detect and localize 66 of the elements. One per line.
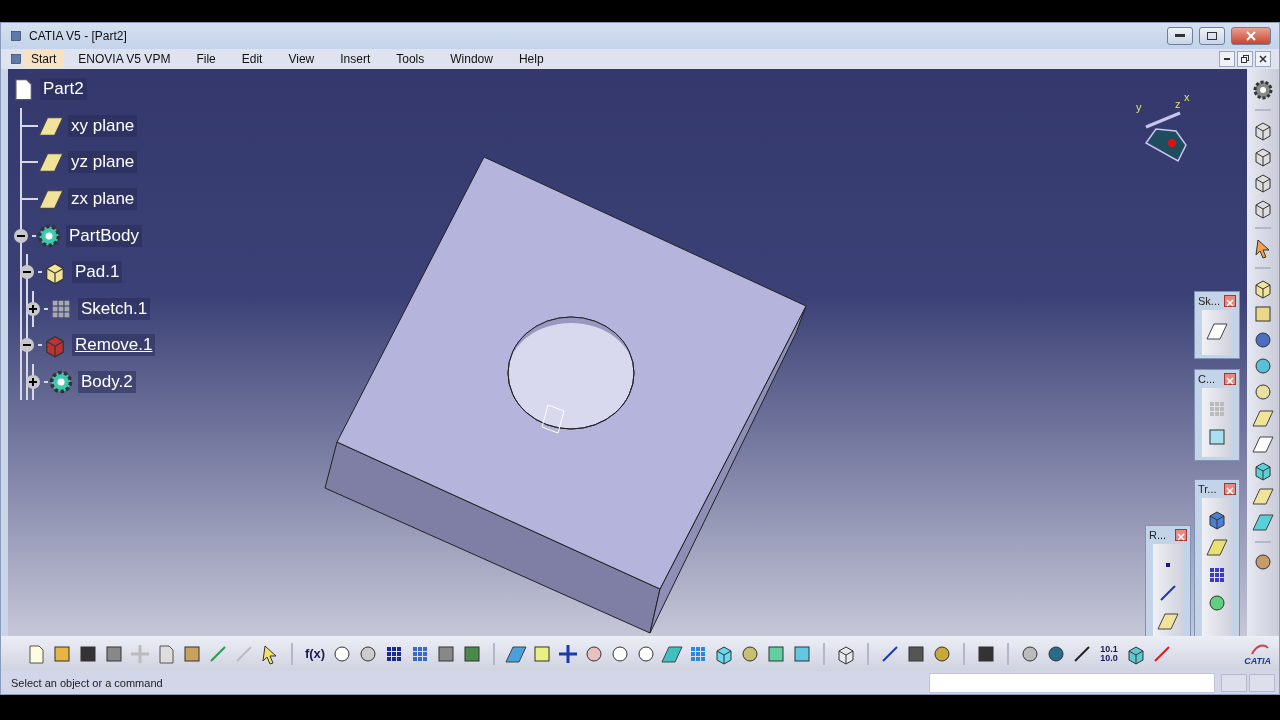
menu-item[interactable]: File — [188, 50, 224, 68]
close-button[interactable] — [1224, 373, 1236, 385]
close-button[interactable] — [1255, 51, 1271, 67]
toolbar-title: C... — [1198, 373, 1216, 385]
plus-icon — [28, 303, 38, 314]
close-icon — [1259, 55, 1267, 63]
minimize-button[interactable] — [1167, 27, 1193, 45]
plane-icon[interactable] — [1157, 610, 1179, 632]
block-with-hole-drawing[interactable] — [324, 156, 807, 634]
menu-item[interactable]: Insert — [332, 50, 379, 68]
maximize-button[interactable] — [1199, 27, 1225, 45]
collapse-toggle[interactable] — [20, 338, 34, 353]
collapse-toggle[interactable] — [20, 265, 34, 280]
pan-icon[interactable] — [557, 642, 579, 665]
menu-item[interactable]: View — [280, 50, 323, 68]
tree-node-label[interactable]: Body.2 — [78, 371, 136, 394]
tree-node-label[interactable]: yz plane — [68, 151, 138, 174]
close-icon — [1225, 486, 1235, 496]
close-button[interactable] — [1224, 483, 1236, 495]
ds-logo-icon — [1249, 641, 1271, 656]
close-button[interactable] — [1224, 295, 1236, 307]
expand-toggle[interactable] — [26, 375, 40, 390]
toolbar-title: Tr... — [1198, 483, 1217, 495]
close-button[interactable] — [1175, 529, 1187, 541]
close-button[interactable] — [1231, 27, 1271, 45]
collapse-toggle[interactable] — [14, 228, 28, 243]
status-message: Select an object or a command — [11, 676, 163, 689]
toolbar-title: R... — [1149, 529, 1167, 541]
units-button[interactable]: 10.1 10.0 — [1097, 640, 1121, 667]
minimize-icon — [1175, 34, 1185, 38]
plus-icon — [28, 377, 38, 388]
close-icon — [1246, 31, 1256, 41]
minimize-button[interactable] — [1219, 51, 1235, 67]
close-icon — [1176, 532, 1186, 542]
window-title: CATIA V5 - [Part2] — [29, 29, 127, 43]
maximize-icon — [1207, 32, 1217, 40]
menu-item[interactable]: Tools — [388, 50, 433, 68]
logo-text: CATIA — [1244, 655, 1271, 666]
tree-node-label[interactable]: xy plane — [68, 114, 138, 137]
3d-viewport[interactable]: Part2 xy plane yz plane zx plane PartBody Pad.1 Sketch.1 Remove.1 Body.2 y z x Sk... C... Tr... R... — [8, 69, 1247, 636]
close-icon — [1225, 376, 1235, 386]
command-input-field[interactable] — [929, 672, 1215, 693]
window-toggle-button[interactable] — [1221, 673, 1247, 692]
toolbar-title: Sk... — [1198, 295, 1220, 307]
menu-item[interactable]: ENOVIA V5 VPM — [70, 50, 179, 68]
gear-body-icon — [36, 222, 62, 249]
menu-item[interactable]: Edit — [233, 50, 271, 68]
settings-icon[interactable] — [1252, 79, 1274, 101]
tree-node-label[interactable]: Part2 — [40, 78, 87, 101]
gear-body-icon — [48, 369, 74, 396]
tree-node-label[interactable]: Sketch.1 — [78, 297, 151, 320]
tree-node-label[interactable]: zx plane — [68, 188, 138, 211]
restore-icon — [1241, 55, 1249, 63]
restore-button[interactable] — [1237, 51, 1253, 67]
formula-button[interactable]: f(x) — [303, 640, 327, 667]
tree-node-label[interactable]: Pad.1 — [72, 261, 123, 284]
tree-node-label[interactable]: Remove.1 — [72, 334, 156, 357]
compass-drawing[interactable]: y z x — [1132, 89, 1202, 169]
close-icon — [1225, 298, 1235, 308]
menu-item[interactable]: Start — [23, 50, 65, 68]
menu-item[interactable]: Help — [510, 50, 552, 68]
menu-item[interactable]: Window — [442, 50, 501, 68]
minimize-icon — [1224, 58, 1230, 60]
tree-node-label[interactable]: PartBody — [66, 224, 142, 247]
window-toggle-button[interactable] — [1249, 673, 1275, 692]
expand-toggle[interactable] — [26, 301, 40, 316]
